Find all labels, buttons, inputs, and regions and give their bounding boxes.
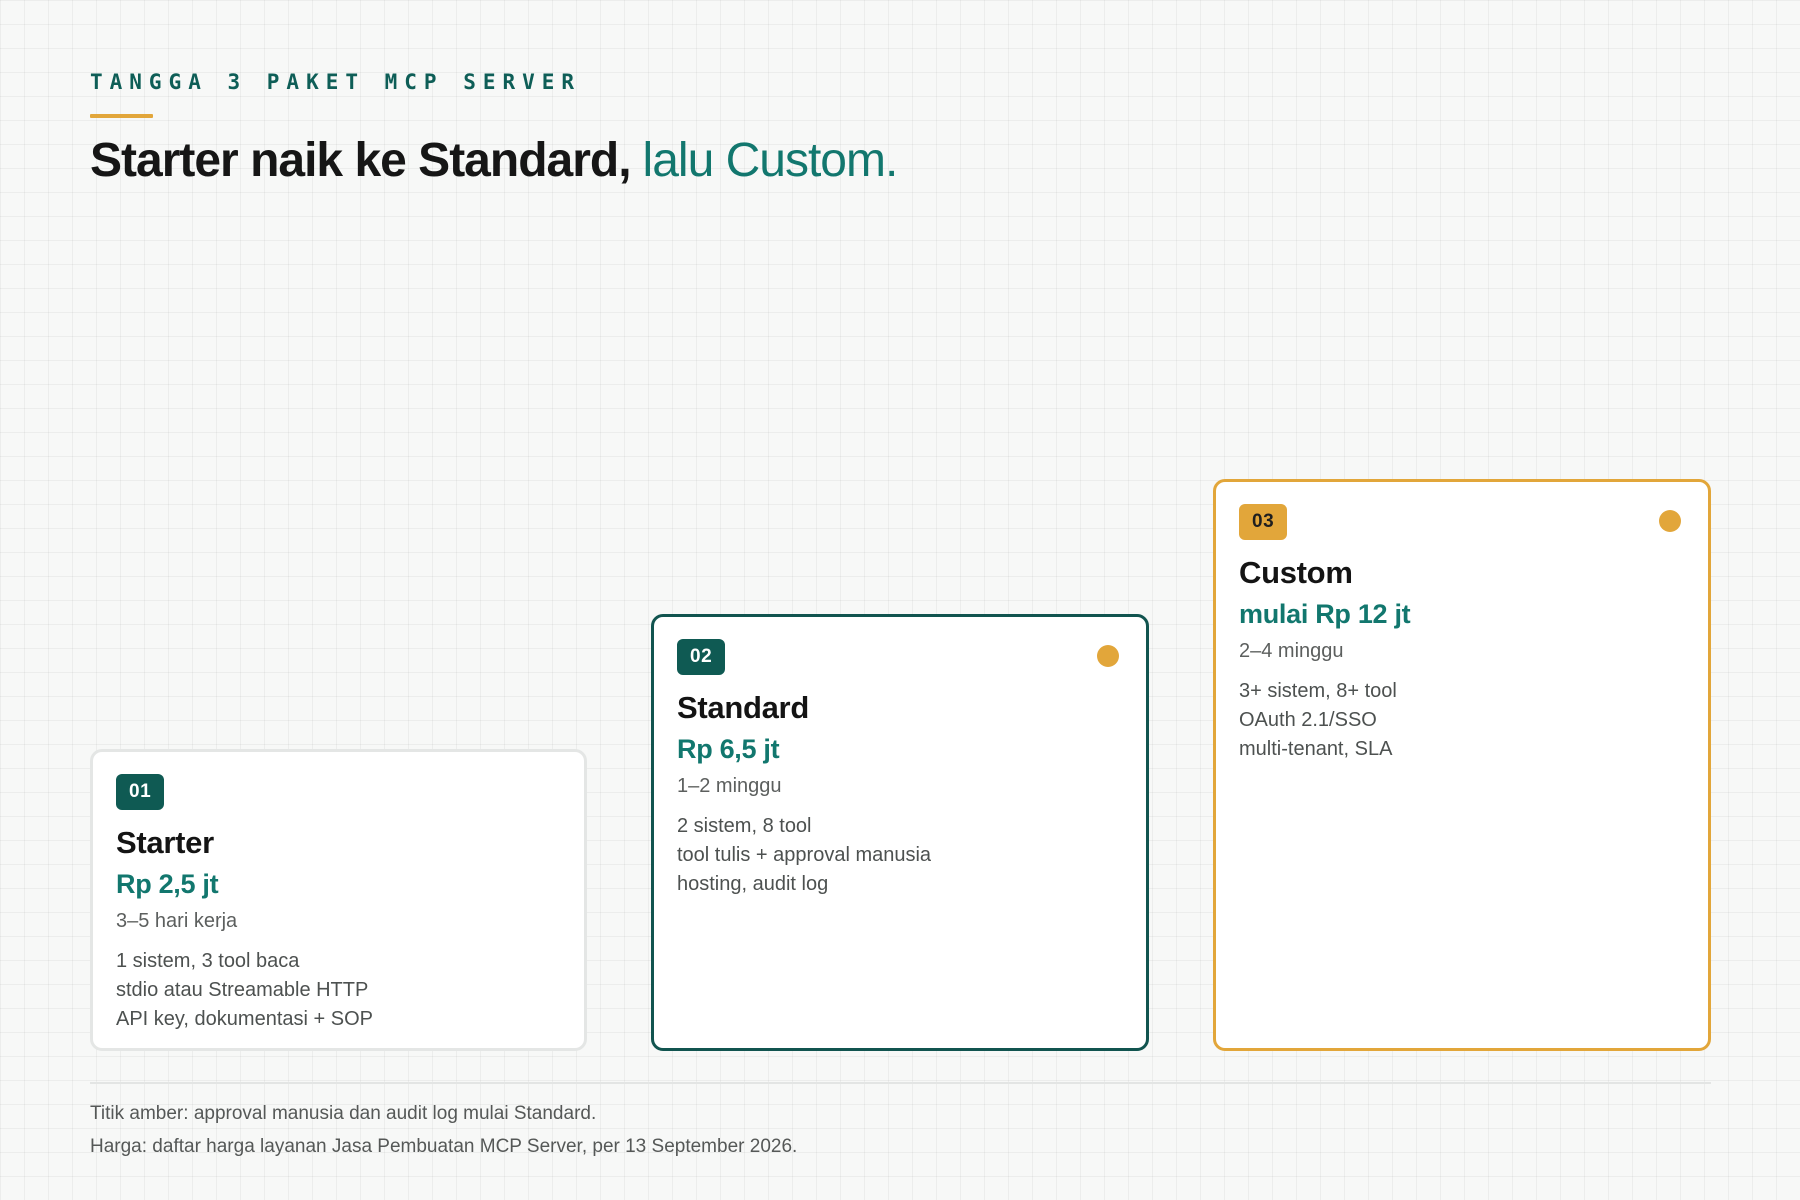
- plan-number-badge: 02: [677, 639, 726, 675]
- plan-name: Starter: [116, 825, 214, 860]
- feature-item: 1 sistem, 3 tool baca: [116, 950, 300, 972]
- feature-list: 3+ sistem, 8+ tool OAuth 2.1/SSO multi-t…: [1239, 677, 1686, 764]
- plan-card-custom: 03 Custom mulai Rp 12 jt 2–4 minggu 3+ s…: [1213, 479, 1711, 1051]
- amber-dot-indicator: [1659, 510, 1681, 532]
- eyebrow-label: TANGGA 3 PAKET MCP SERVER: [90, 70, 582, 94]
- feature-item: multi-tenant, SLA: [1239, 738, 1393, 760]
- feature-item: 2 sistem, 8 tool: [677, 815, 812, 837]
- feature-item: 3+ sistem, 8+ tool: [1239, 680, 1397, 702]
- plan-name: Standard: [677, 690, 809, 725]
- amber-dot-indicator: [1097, 645, 1119, 667]
- page-title: Starter naik ke Standard, lalu Custom.: [90, 130, 899, 192]
- plan-number-badge: 03: [1239, 504, 1288, 540]
- feature-item: tool tulis + approval manusia: [677, 844, 932, 866]
- feature-item: hosting, audit log: [677, 873, 829, 895]
- plan-name: Custom: [1239, 555, 1353, 590]
- feature-list: 2 sistem, 8 tool tool tulis + approval m…: [677, 812, 1124, 899]
- feature-item: stdio atau Streamable HTTP: [116, 979, 369, 1001]
- page-title-accent: lalu Custom.: [642, 134, 899, 187]
- feature-list: 1 sistem, 3 tool baca stdio atau Streama…: [116, 947, 562, 1034]
- plan-price: mulai Rp 12 jt: [1239, 599, 1411, 629]
- plan-card-standard: 02 Standard Rp 6,5 jt 1–2 minggu 2 siste…: [651, 614, 1149, 1051]
- page-title-strong: Starter naik ke Standard,: [90, 134, 632, 187]
- plan-duration: 2–4 minggu: [1239, 640, 1344, 662]
- feature-item: OAuth 2.1/SSO: [1239, 709, 1377, 731]
- plan-duration: 1–2 minggu: [677, 775, 782, 797]
- plan-price: Rp 2,5 jt: [116, 869, 219, 899]
- plan-card-starter: 01 Starter Rp 2,5 jt 3–5 hari kerja 1 si…: [90, 749, 587, 1051]
- eyebrow-underline: [90, 114, 153, 118]
- plan-number-badge: 01: [116, 774, 165, 810]
- plan-price: Rp 6,5 jt: [677, 734, 780, 764]
- footnote-amber-dot: Titik amber: approval manusia dan audit …: [90, 1103, 597, 1124]
- plan-duration: 3–5 hari kerja: [116, 910, 238, 932]
- footnote-price-source: Harga: daftar harga layanan Jasa Pembuat…: [90, 1136, 798, 1157]
- footer-divider: [90, 1082, 1711, 1084]
- feature-item: API key, dokumentasi + SOP: [116, 1008, 373, 1030]
